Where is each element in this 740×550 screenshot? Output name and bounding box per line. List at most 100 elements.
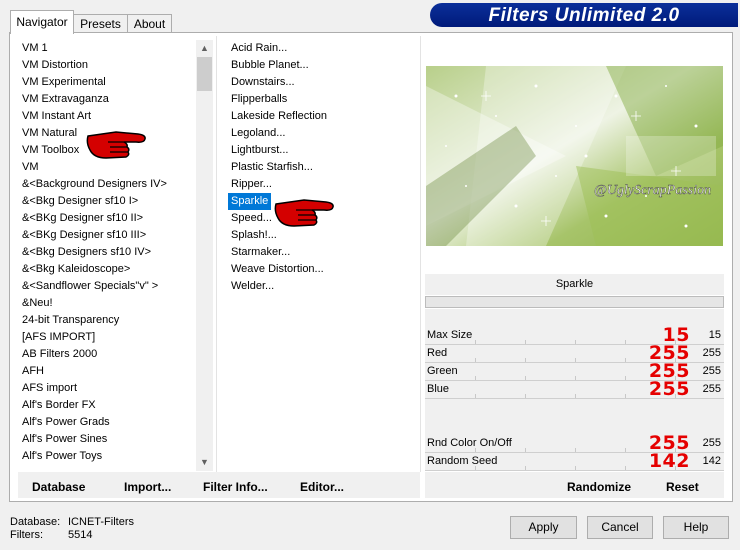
list-item[interactable]: Speed...	[228, 210, 275, 227]
list-item[interactable]: VM 1	[22, 40, 48, 57]
slider-tick	[525, 376, 526, 380]
slider-tick	[625, 358, 626, 362]
list-item[interactable]: &<BKg Designer sf10 III>	[22, 227, 146, 244]
list-item[interactable]: &<BKg Designer sf10 II>	[22, 210, 143, 227]
reset-button[interactable]: Reset	[666, 480, 699, 494]
status-filters-value: 5514	[68, 529, 93, 541]
list-item[interactable]: VM Experimental	[22, 74, 106, 91]
slider-tick	[525, 358, 526, 362]
list-item[interactable]: Splash!...	[228, 227, 280, 244]
editor-button[interactable]: Editor...	[300, 480, 344, 494]
filter-info-button[interactable]: Filter Info...	[203, 480, 268, 494]
banner-title: Filters Unlimited 2.0	[488, 5, 680, 26]
list-item[interactable]: Ripper...	[228, 176, 275, 193]
list-item[interactable]: Acid Rain...	[228, 40, 290, 57]
list-item[interactable]: VM Distortion	[22, 57, 88, 74]
slider-tick	[475, 448, 476, 452]
slider-tick	[575, 394, 576, 398]
list-item[interactable]: Plastic Starfish...	[228, 159, 316, 176]
banner: Filters Unlimited 2.0	[430, 3, 738, 27]
list-item[interactable]: VM Natural	[22, 125, 77, 142]
list-item[interactable]: 24-bit Transparency	[22, 312, 119, 329]
list-item[interactable]: Weave Distortion...	[228, 261, 327, 278]
param-label: Random Seed	[427, 455, 498, 467]
list-item[interactable]: Legoland...	[228, 125, 288, 142]
list-item-selected[interactable]: Sparkle	[228, 193, 272, 210]
list-item[interactable]: Alf's Power Grads	[22, 414, 110, 431]
list-item[interactable]: Flipperballs	[228, 91, 290, 108]
slider-tick	[525, 448, 526, 452]
tab-navigator[interactable]: Navigator	[10, 10, 74, 34]
slider-tick	[525, 340, 526, 344]
list-item[interactable]: Bubble Planet...	[228, 57, 312, 74]
progress-bar	[425, 296, 724, 308]
list-item[interactable]: &<Bkg Designer sf10 I>	[22, 193, 138, 210]
list-item[interactable]: Starmaker...	[228, 244, 293, 261]
list-item[interactable]: Welder...	[228, 278, 277, 295]
param-label: Green	[427, 365, 458, 377]
database-button[interactable]: Database	[32, 480, 85, 494]
list-item[interactable]: Downstairs...	[228, 74, 298, 91]
list-item[interactable]: &<Background Designers IV>	[22, 176, 167, 193]
list-item[interactable]: VM Extravaganza	[22, 91, 109, 108]
list-item[interactable]: Alf's Power Toys	[22, 448, 102, 465]
slider-tick	[625, 340, 626, 344]
list-item[interactable]: AB Filters 2000	[22, 346, 97, 363]
list-item[interactable]: VM Toolbox	[22, 142, 79, 159]
status-database-value: ICNET-Filters	[68, 516, 134, 528]
slider-tick	[475, 376, 476, 380]
slider-tick	[475, 340, 476, 344]
list-item[interactable]: Lakeside Reflection	[228, 108, 330, 125]
divider	[420, 36, 421, 472]
slider-tick	[675, 394, 676, 398]
divider	[216, 36, 217, 472]
randomize-button[interactable]: Randomize	[567, 480, 631, 494]
scrollbar-thumb[interactable]	[197, 57, 212, 91]
cancel-button[interactable]: Cancel	[587, 516, 653, 539]
param-label: Rnd Color On/Off	[427, 437, 512, 449]
slider-tick	[625, 394, 626, 398]
import-button[interactable]: Import...	[124, 480, 171, 494]
list-item[interactable]: &<Bkg Designers sf10 IV>	[22, 244, 151, 261]
slider-tick	[525, 466, 526, 470]
param-value: 15	[708, 329, 721, 341]
list-item[interactable]: AFS import	[22, 380, 77, 397]
slider-tick	[575, 376, 576, 380]
category-list[interactable]: VM 1 VM Distortion VM Experimental VM Ex…	[18, 40, 196, 470]
param-value: 255	[702, 383, 721, 395]
tab-presets[interactable]: Presets	[73, 14, 128, 33]
list-item[interactable]: Lightburst...	[228, 142, 291, 159]
list-item[interactable]: &<Bkg Kaleidoscope>	[22, 261, 130, 278]
status-database-label: Database:	[10, 516, 61, 528]
slider-tick	[575, 448, 576, 452]
slider-track[interactable]	[425, 470, 724, 471]
list-item[interactable]: Alf's Power Sines	[22, 431, 107, 448]
filter-list[interactable]: Acid Rain... Bubble Planet... Downstairs…	[228, 40, 418, 470]
filter-title: Sparkle	[425, 274, 724, 295]
filter-preview-image: @UglyScrapPassion	[426, 66, 723, 246]
chevron-down-icon[interactable]: ▼	[196, 454, 213, 471]
apply-button[interactable]: Apply	[510, 516, 577, 539]
param-value: 255	[702, 437, 721, 449]
tab-about[interactable]: About	[127, 14, 172, 33]
slider-tick	[575, 340, 576, 344]
list-item[interactable]: VM Instant Art	[22, 108, 91, 125]
list-item[interactable]: [AFS IMPORT]	[22, 329, 95, 346]
slider-tick	[475, 466, 476, 470]
list-item[interactable]: VM	[22, 159, 39, 176]
chevron-up-icon[interactable]: ▲	[196, 40, 213, 57]
param-label: Red	[427, 347, 448, 359]
slider-tick	[525, 394, 526, 398]
param-row-blue[interactable]: Blue 255 255	[425, 378, 724, 400]
help-button[interactable]: Help	[663, 516, 729, 539]
list-item[interactable]: &Neu!	[22, 295, 53, 312]
slider-tick	[625, 466, 626, 470]
slider-track[interactable]	[425, 398, 724, 399]
param-row-random-seed[interactable]: Random Seed 142 142	[425, 450, 724, 472]
list-item[interactable]: Alf's Border FX	[22, 397, 96, 414]
list-item[interactable]: AFH	[22, 363, 44, 380]
pointing-hand-icon	[86, 131, 146, 159]
category-scrollbar[interactable]: ▲ ▼	[196, 40, 213, 471]
list-item[interactable]: &<Sandflower Specials"v" >	[22, 278, 158, 295]
param-value: 142	[702, 455, 721, 467]
